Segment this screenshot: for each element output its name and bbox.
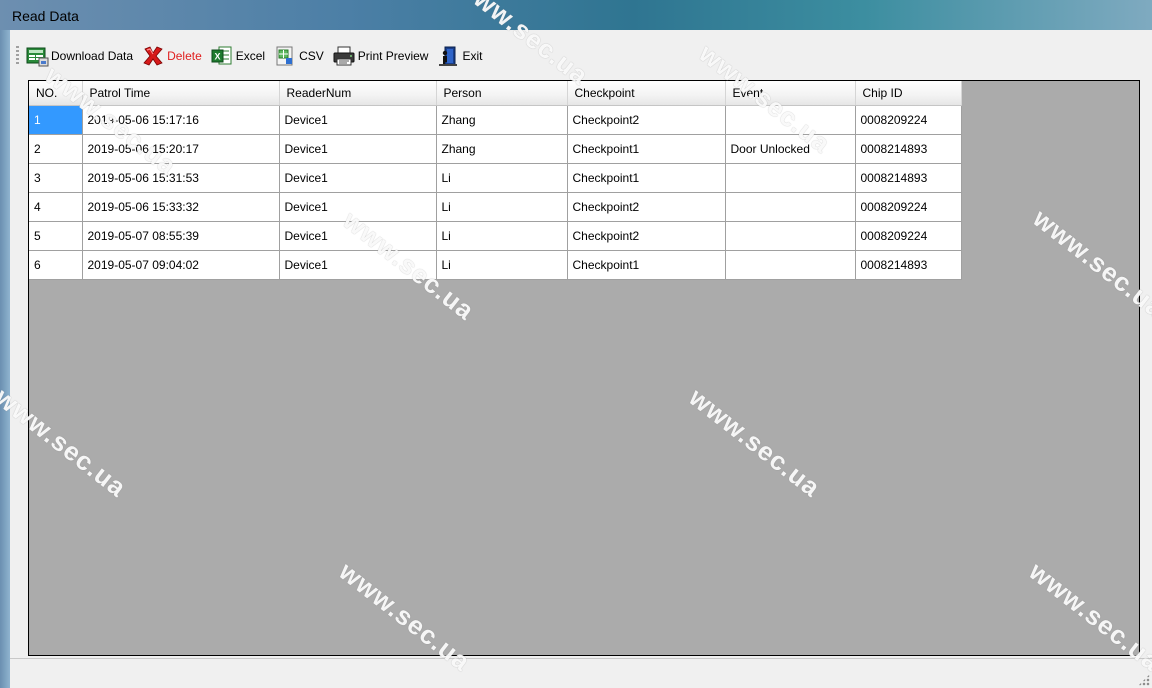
cell-person[interactable]: Li bbox=[436, 221, 568, 251]
csv-label: CSV bbox=[299, 49, 324, 63]
cell-chip-id[interactable]: 0008209224 bbox=[855, 192, 962, 222]
cell-person[interactable]: Zhang bbox=[436, 134, 568, 164]
cell-patrol-time[interactable]: 2019-05-06 15:33:32 bbox=[82, 192, 280, 222]
print-preview-button[interactable]: Print Preview bbox=[332, 45, 429, 67]
cell-event[interactable] bbox=[725, 250, 856, 280]
printer-icon bbox=[332, 45, 356, 67]
delete-button[interactable]: Delete bbox=[141, 45, 202, 67]
cell-person[interactable]: Li bbox=[436, 163, 568, 193]
header-row: NO. Patrol Time ReaderNum Person Checkpo… bbox=[29, 81, 962, 106]
cell-readernum[interactable]: Device1 bbox=[279, 105, 437, 135]
cell-readernum[interactable]: Device1 bbox=[279, 221, 437, 251]
download-data-label: Download Data bbox=[51, 49, 134, 63]
cell-person[interactable]: Li bbox=[436, 192, 568, 222]
column-header-checkpoint[interactable]: Checkpoint bbox=[567, 81, 726, 106]
exit-door-icon bbox=[436, 45, 460, 67]
window-title: Read Data bbox=[12, 8, 79, 24]
excel-label: Excel bbox=[235, 49, 266, 63]
exit-label: Exit bbox=[462, 49, 483, 63]
patrol-records-table: NO. Patrol Time ReaderNum Person Checkpo… bbox=[29, 81, 962, 280]
cell-patrol-time[interactable]: 2019-05-07 08:55:39 bbox=[82, 221, 280, 251]
cell-readernum[interactable]: Device1 bbox=[279, 163, 437, 193]
download-data-button[interactable]: Download Data bbox=[25, 45, 133, 67]
column-header-readernum[interactable]: ReaderNum bbox=[279, 81, 437, 106]
cell-no[interactable]: 3 bbox=[29, 163, 83, 193]
cell-checkpoint[interactable]: Checkpoint2 bbox=[567, 192, 726, 222]
cell-chip-id[interactable]: 0008209224 bbox=[855, 221, 962, 251]
column-header-chip-id[interactable]: Chip ID bbox=[855, 81, 962, 106]
cell-chip-id[interactable]: 0008214893 bbox=[855, 134, 962, 164]
table-row[interactable]: 5 2019-05-07 08:55:39 Device1 Li Checkpo… bbox=[29, 221, 962, 251]
column-header-person[interactable]: Person bbox=[436, 81, 568, 106]
cell-no[interactable]: 6 bbox=[29, 250, 83, 280]
cell-patrol-time[interactable]: 2019-05-07 09:04:02 bbox=[82, 250, 280, 280]
cell-readernum[interactable]: Device1 bbox=[279, 192, 437, 222]
resize-grip[interactable] bbox=[1138, 674, 1150, 686]
cell-patrol-time[interactable]: 2019-05-06 15:20:17 bbox=[82, 134, 280, 164]
exit-button[interactable]: Exit bbox=[436, 45, 482, 67]
cell-chip-id[interactable]: 0008209224 bbox=[855, 105, 962, 135]
delete-x-icon bbox=[141, 45, 165, 67]
cell-event[interactable]: Door Unlocked bbox=[725, 134, 856, 164]
window-title-bar[interactable]: Read Data bbox=[0, 0, 1152, 30]
table-row[interactable]: 2 2019-05-06 15:20:17 Device1 Zhang Chec… bbox=[29, 134, 962, 164]
cell-person[interactable]: Li bbox=[436, 250, 568, 280]
download-data-icon bbox=[25, 45, 49, 67]
csv-icon bbox=[273, 45, 297, 67]
table-row[interactable]: 3 2019-05-06 15:31:53 Device1 Li Checkpo… bbox=[29, 163, 962, 193]
column-header-event[interactable]: Event bbox=[725, 81, 856, 106]
excel-button[interactable]: X Excel bbox=[210, 45, 265, 67]
cell-checkpoint[interactable]: Checkpoint2 bbox=[567, 105, 726, 135]
cell-checkpoint[interactable]: Checkpoint1 bbox=[567, 250, 726, 280]
cell-chip-id[interactable]: 0008214893 bbox=[855, 250, 962, 280]
cell-readernum[interactable]: Device1 bbox=[279, 134, 437, 164]
column-header-no[interactable]: NO. bbox=[29, 81, 83, 106]
cell-patrol-time[interactable]: 2019-05-06 15:17:16 bbox=[82, 105, 280, 135]
print-preview-label: Print Preview bbox=[357, 49, 429, 63]
table-row[interactable]: 4 2019-05-06 15:33:32 Device1 Li Checkpo… bbox=[29, 192, 962, 222]
cell-checkpoint[interactable]: Checkpoint1 bbox=[567, 163, 726, 193]
toolbar-grip[interactable] bbox=[16, 46, 19, 66]
table-row[interactable]: 1 2019-05-06 15:17:16 Device1 Zhang Chec… bbox=[29, 105, 962, 135]
cell-no[interactable]: 1 bbox=[29, 105, 83, 135]
cell-checkpoint[interactable]: Checkpoint1 bbox=[567, 134, 726, 164]
svg-text:X: X bbox=[214, 52, 220, 62]
window-left-border bbox=[0, 30, 10, 688]
cell-checkpoint[interactable]: Checkpoint2 bbox=[567, 221, 726, 251]
table-row[interactable]: 6 2019-05-07 09:04:02 Device1 Li Checkpo… bbox=[29, 250, 962, 280]
data-grid[interactable]: NO. Patrol Time ReaderNum Person Checkpo… bbox=[28, 80, 1140, 656]
cell-event[interactable] bbox=[725, 105, 856, 135]
cell-no[interactable]: 4 bbox=[29, 192, 83, 222]
delete-label: Delete bbox=[167, 49, 202, 63]
cell-event[interactable] bbox=[725, 192, 856, 222]
cell-no[interactable]: 2 bbox=[29, 134, 83, 164]
cell-event[interactable] bbox=[725, 221, 856, 251]
cell-event[interactable] bbox=[725, 163, 856, 193]
cell-person[interactable]: Zhang bbox=[436, 105, 568, 135]
cell-patrol-time[interactable]: 2019-05-06 15:31:53 bbox=[82, 163, 280, 193]
cell-chip-id[interactable]: 0008214893 bbox=[855, 163, 962, 193]
cell-no[interactable]: 5 bbox=[29, 221, 83, 251]
toolbar: Download Data Delete X Excel CSV Print P… bbox=[10, 42, 1140, 70]
status-bar bbox=[10, 658, 1152, 688]
column-header-patrol-time[interactable]: Patrol Time bbox=[82, 81, 280, 106]
csv-button[interactable]: CSV bbox=[273, 45, 324, 67]
cell-readernum[interactable]: Device1 bbox=[279, 250, 437, 280]
excel-icon: X bbox=[210, 45, 234, 67]
